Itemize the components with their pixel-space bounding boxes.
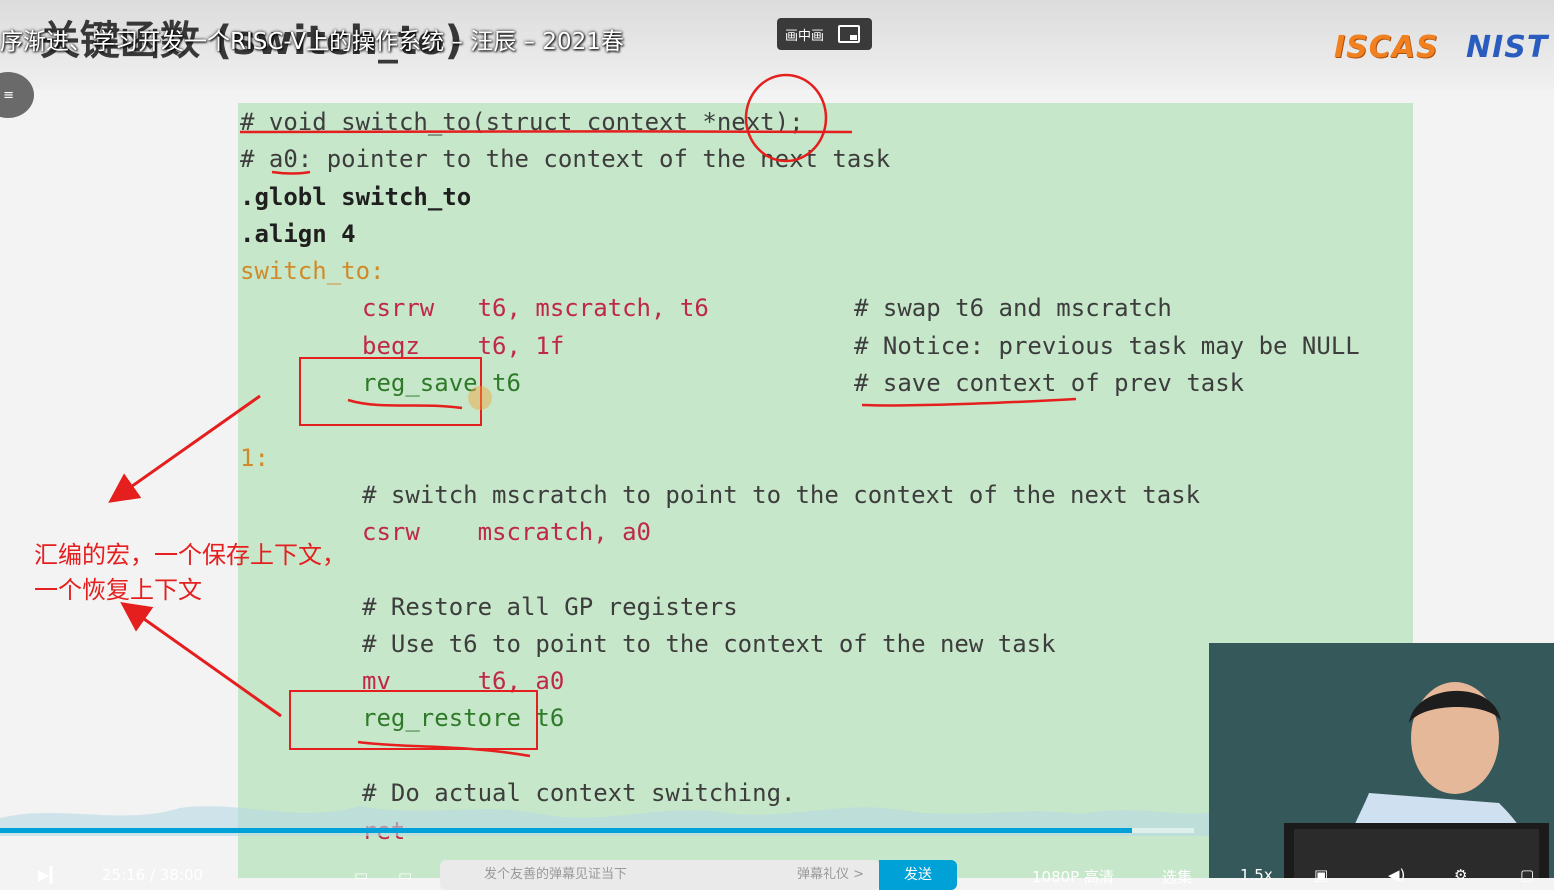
danmaku-etiquette-link[interactable]: 弹幕礼仪 > [797,860,864,890]
annotation-line: 一个恢复上下文 [34,576,202,604]
speed-button[interactable]: 1.5x [1240,866,1273,884]
lecturer-video-inset [1209,643,1554,878]
underline-stroke [347,398,463,410]
arrow-stroke [108,394,261,503]
progress-fill [0,828,1132,833]
subtitle-icon[interactable]: ▣ [1314,866,1328,884]
underline-stroke [861,397,1077,407]
time-display: 25:16 / 38:00 [102,866,204,884]
cursor-highlight [468,386,492,410]
underline-stroke [239,130,853,134]
annotation-text: 汇编的宏，一个保存上下文， 一个恢复上下文 [34,538,346,608]
danmaku-settings-icon[interactable]: ▭ [398,866,412,884]
circle-stroke [744,73,828,163]
danmaku-placeholder: 发个友善的弹幕见证当下 [484,867,628,882]
highlight-box-reg-restore [289,690,538,750]
lecturer-figure [1209,643,1554,878]
danmaku-input[interactable]: 发个友善的弹幕见证当下 弹幕礼仪 > [440,860,880,890]
annotation-line: 汇编的宏，一个保存上下文， [34,541,346,569]
danmaku-toggle-icon[interactable]: ▭ [354,866,368,884]
highlight-box-reg-save [299,357,482,426]
underline-stroke [271,170,311,175]
settings-gear-icon[interactable]: ⚙ [1454,866,1467,884]
arrow-stroke [120,602,282,718]
next-icon[interactable]: ▶▎ [38,866,61,884]
send-danmaku-button[interactable]: 发送 [879,860,957,890]
volume-icon[interactable]: ◀) [1388,866,1405,884]
fullscreen-icon[interactable]: ▢ [1520,866,1534,884]
quality-button[interactable]: 1080P 高清 [1032,866,1114,887]
progress-bar[interactable] [0,828,1194,833]
episodes-button[interactable]: 选集 [1162,866,1192,887]
